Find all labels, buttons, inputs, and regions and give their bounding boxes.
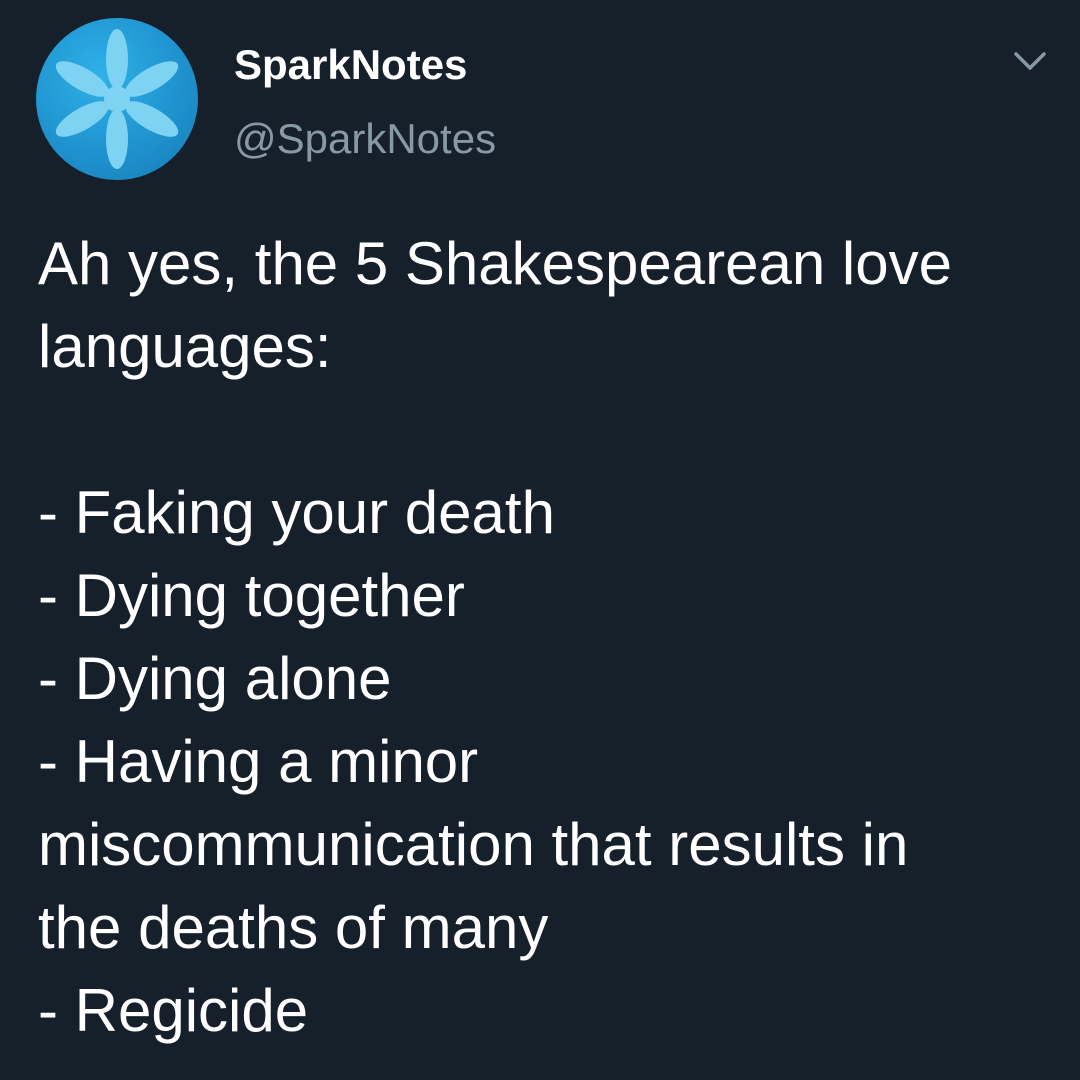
list-item-continuation: miscommunication that results in [38, 811, 909, 878]
author-handle[interactable]: @SparkNotes [234, 114, 496, 164]
list-item: - Having a minor [38, 728, 479, 795]
list-item: - Regicide [38, 977, 309, 1044]
avatar[interactable] [36, 18, 198, 180]
tweet-text-line: languages: [38, 313, 332, 380]
tweet-metadata-cut-off [38, 1068, 738, 1080]
list-item-continuation: the deaths of many [38, 894, 549, 961]
tweet-card: SparkNotes @SparkNotes Ah yes, the 5 Sha… [0, 0, 1080, 1080]
author-display-name[interactable]: SparkNotes [234, 40, 467, 90]
sparknotes-asterisk-logo-icon [55, 29, 179, 169]
tweet-text: Ah yes, the 5 Shakespearean love languag… [38, 222, 1048, 1052]
list-item: - Dying together [38, 562, 465, 629]
tweet-text-line: Ah yes, the 5 Shakespearean love [38, 230, 952, 297]
list-item: - Faking your death [38, 479, 555, 546]
chevron-down-icon[interactable] [1012, 46, 1048, 76]
list-item: - Dying alone [38, 645, 392, 712]
